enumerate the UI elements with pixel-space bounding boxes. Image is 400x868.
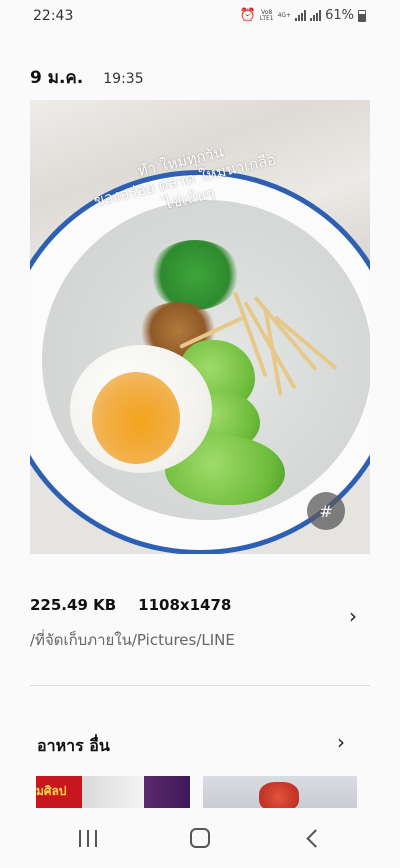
home-icon <box>190 828 210 848</box>
scallion-garnish <box>150 240 240 310</box>
recents-icon <box>79 829 81 847</box>
home-button[interactable] <box>175 822 225 854</box>
back-icon <box>305 828 325 848</box>
related-thumbnail[interactable]: มศิลป <box>36 776 190 808</box>
signal-icon-2 <box>310 10 322 21</box>
status-bar: 22:43 ⏰ Vo8 LTE1 4G+ 61% <box>0 0 400 34</box>
volte-indicator: Vo8 LTE1 <box>259 8 274 22</box>
divider <box>30 685 370 686</box>
network-gen-indicator: 4G+ <box>277 11 292 19</box>
thumbnail-food <box>259 782 299 808</box>
photo-preview[interactable]: ทำ ใหม่ทุกวัน ของอร่อย ตลาด ใหม่นาเกลือ … <box>30 100 370 554</box>
back-button[interactable] <box>287 822 337 854</box>
chevron-right-icon[interactable]: › <box>349 604 357 628</box>
recents-button[interactable] <box>63 822 113 854</box>
battery-percent: 61% <box>325 8 354 23</box>
file-size: 225.49 KB <box>30 596 117 614</box>
status-icons: ⏰ Vo8 LTE1 4G+ 61% <box>240 8 366 23</box>
photo-date: 9 ม.ค. <box>30 68 84 88</box>
signal-icon <box>295 10 307 21</box>
photo-time: 19:35 <box>103 71 144 87</box>
file-resolution: 1108x1478 <box>138 596 232 614</box>
file-details[interactable]: 225.49 KB 1108x1478 /ที่จัดเก็บภายใน/Pic… <box>30 596 370 652</box>
chevron-right-icon[interactable]: › <box>337 730 345 754</box>
related-thumbnail[interactable] <box>203 776 357 808</box>
alarm-icon: ⏰ <box>239 8 256 23</box>
status-time: 22:43 <box>33 8 74 24</box>
egg-yolk <box>92 372 180 464</box>
file-path: /ที่จัดเก็บภายใน/Pictures/LINE <box>30 631 235 649</box>
photo-header: 9 ม.ค. 19:35 <box>30 64 144 91</box>
battery-icon <box>358 9 366 22</box>
thumbnail-sign-text: มศิลป <box>36 784 67 798</box>
related-section-title[interactable]: อาหาร อื่น <box>37 734 110 759</box>
hashtag-button[interactable]: # <box>307 492 345 530</box>
navigation-bar <box>0 808 400 868</box>
hashtag-icon: # <box>319 501 333 521</box>
